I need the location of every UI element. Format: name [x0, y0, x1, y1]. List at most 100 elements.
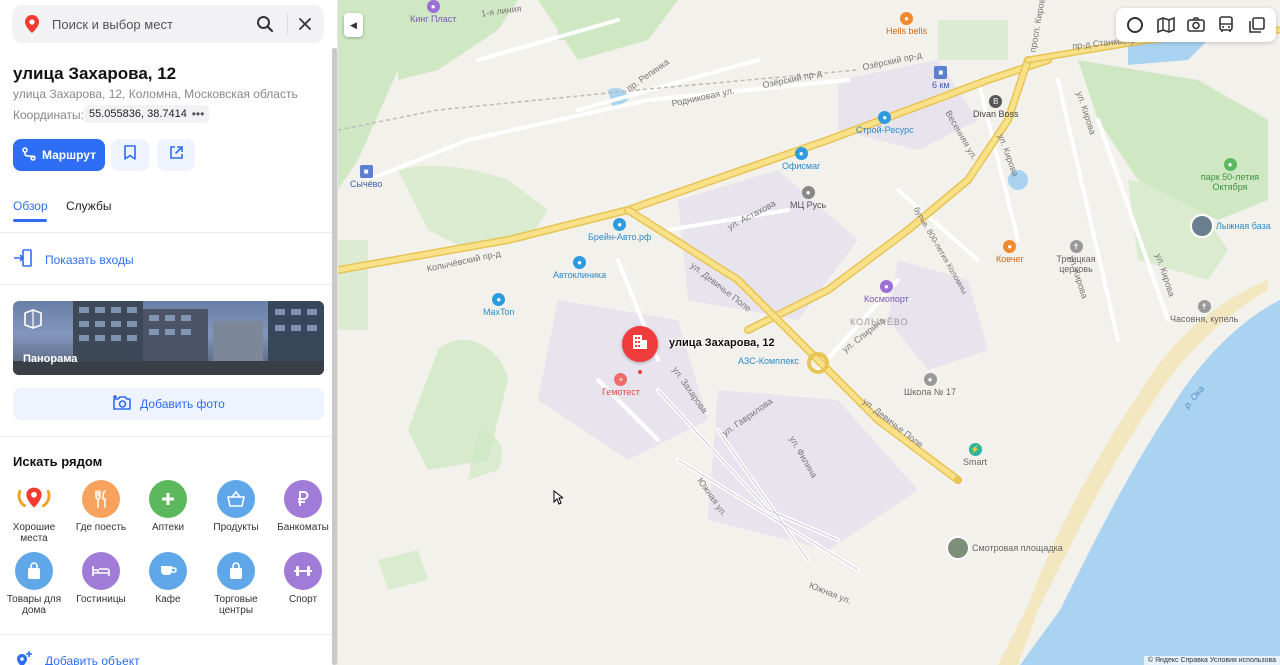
- divider: [0, 436, 332, 437]
- route-button-label: Маршрут: [41, 148, 97, 162]
- plus-icon: [149, 480, 187, 518]
- poi-smart[interactable]: ⚡ Smart: [963, 443, 987, 467]
- poi-king-plast[interactable]: ● Кинг Пласт: [410, 0, 456, 24]
- poi-azs-kompleks[interactable]: АЗС-Комплекс: [738, 356, 799, 366]
- bookmark-icon: [124, 145, 136, 165]
- photo-icon: [946, 536, 970, 560]
- search-divider: [287, 13, 288, 35]
- camera-plus-icon: [112, 394, 132, 414]
- share-icon: [169, 145, 184, 165]
- circle-layer-icon: [1127, 17, 1144, 33]
- poi-park-50-let[interactable]: ● парк 50-летия Октября: [1196, 158, 1264, 192]
- medical-icon: +: [614, 373, 628, 386]
- category-label: Товары для дома: [6, 594, 62, 616]
- map-icon: [1156, 16, 1175, 34]
- building-icon: ●: [801, 186, 815, 199]
- poi-kosmoport[interactable]: ● Космопорт: [864, 280, 909, 304]
- bus-icon: [1219, 16, 1234, 32]
- app-root: улица Захарова, 12 улица Захарова, 12, К…: [0, 0, 1280, 665]
- fork-knife-icon: [82, 480, 120, 518]
- church-icon: ✝: [1069, 240, 1083, 253]
- store-icon: ●: [794, 147, 808, 160]
- category-label: Аптеки: [151, 522, 185, 533]
- district-label: КОЛЫЧЁВО: [850, 317, 909, 327]
- panorama-label: Панорама: [23, 353, 78, 365]
- nearby-category-pharmacy[interactable]: Аптеки: [135, 480, 201, 533]
- poi-viewpoint[interactable]: Смотровая площадка: [946, 536, 1063, 560]
- poi-ofismag[interactable]: ● Офисмаг: [782, 147, 820, 171]
- poi-brain-avto[interactable]: ● Брейн-Авто.рф: [588, 218, 651, 242]
- poi-maxton[interactable]: ● MaxTon: [483, 293, 515, 317]
- tab-services[interactable]: Службы: [66, 199, 111, 213]
- coordinates-more-button[interactable]: •••: [187, 105, 209, 123]
- nearby-category-good-places[interactable]: Хорошие места: [1, 480, 67, 544]
- poi-troitskaya-church[interactable]: ✝ Троицкая церковь: [1048, 240, 1104, 274]
- layers-toggle-button[interactable]: [1122, 12, 1148, 38]
- poi-gemotest[interactable]: + Гемотест: [602, 373, 640, 397]
- location-pin-icon: [12, 15, 52, 33]
- add-object-link[interactable]: Добавить объект: [13, 651, 140, 665]
- category-label: Спорт: [288, 594, 318, 605]
- show-entrances-link[interactable]: Показать входы: [13, 249, 134, 270]
- poi-stroy-resurs[interactable]: ● Строй-Ресурс: [856, 111, 914, 135]
- map-type-button[interactable]: [1153, 12, 1179, 38]
- panoramas-button[interactable]: [1183, 12, 1209, 38]
- food-icon: ●: [1003, 240, 1017, 253]
- nearby-category-malls[interactable]: Торговые центры: [203, 552, 269, 616]
- poi-mc-rus[interactable]: ● МЦ Русь: [790, 186, 826, 210]
- category-label: Торговые центры: [214, 594, 258, 616]
- poi-hells-bells[interactable]: ● Hells bells: [886, 12, 927, 36]
- ruble-icon: [284, 480, 322, 518]
- layers-stack-button[interactable]: [1244, 12, 1270, 38]
- photo-icon: [1190, 214, 1214, 238]
- panorama-thumbnail[interactable]: Панорама: [13, 301, 324, 375]
- bookmark-button[interactable]: [111, 139, 149, 171]
- map-background: [338, 0, 1280, 665]
- nearby-category-cafe[interactable]: Кафе: [135, 552, 201, 605]
- share-button[interactable]: [157, 139, 195, 171]
- poi-divan-boss[interactable]: B Divan Boss: [973, 95, 1019, 119]
- nearby-category-atm[interactable]: Банкоматы: [270, 480, 336, 533]
- tab-overview[interactable]: Обзор: [13, 199, 48, 213]
- route-button[interactable]: Маршрут: [13, 139, 105, 171]
- nearby-category-hotels[interactable]: Гостиницы: [68, 552, 134, 605]
- poi-chapel[interactable]: ✝ Часовня, купель: [1170, 300, 1238, 324]
- nearby-category-food[interactable]: Где поесть: [68, 480, 134, 533]
- star-pin-icon: [15, 480, 53, 518]
- basket-icon: [217, 480, 255, 518]
- entrance-icon: [13, 249, 33, 270]
- marker-point: [638, 370, 642, 374]
- nearby-category-sport[interactable]: Спорт: [270, 552, 336, 605]
- map-attribution[interactable]: © Яндекс Справка Условия использова: [1143, 656, 1280, 665]
- search-icon[interactable]: [255, 14, 275, 34]
- bus-stop-icon: ■: [359, 165, 373, 178]
- search-bar[interactable]: [12, 5, 324, 43]
- poi-kovcheg[interactable]: ● Ковчег: [996, 240, 1024, 264]
- category-label: Продукты: [213, 522, 259, 533]
- close-icon[interactable]: [295, 14, 315, 34]
- search-input[interactable]: [52, 16, 242, 32]
- cup-icon: [149, 552, 187, 590]
- bag-icon: [15, 552, 53, 590]
- poi-avtoklinika[interactable]: ● Автоклиника: [553, 256, 606, 280]
- add-object-label: Добавить объект: [45, 653, 140, 665]
- add-photo-button[interactable]: Добавить фото: [13, 388, 324, 420]
- transport-button[interactable]: [1213, 12, 1239, 38]
- panel-scrollbar[interactable]: [332, 48, 337, 665]
- school-icon: ●: [923, 373, 937, 386]
- selected-place-marker[interactable]: [622, 326, 658, 362]
- park-icon: ●: [1223, 158, 1237, 171]
- poi-school-17[interactable]: ● Школа № 17: [904, 373, 956, 397]
- nearby-category-groceries[interactable]: Продукты: [203, 480, 269, 533]
- poi-bus-stop-6km[interactable]: ■ 6 км: [932, 66, 950, 90]
- poi-ski-base[interactable]: Лыжная база: [1190, 214, 1271, 238]
- scrollbar-thumb[interactable]: [332, 48, 337, 665]
- bag-icon: [217, 552, 255, 590]
- dumbbell-icon: [284, 552, 322, 590]
- poi-sychevo[interactable]: ■ Сычёво: [350, 165, 382, 189]
- building-icon: [631, 333, 649, 356]
- map-canvas[interactable]: 1-я линия пр. Репинка Родниковая ул. Озё…: [338, 0, 1280, 665]
- collapse-panel-button[interactable]: ◀: [344, 13, 363, 37]
- bed-icon: [82, 552, 120, 590]
- nearby-category-home-goods[interactable]: Товары для дома: [1, 552, 67, 616]
